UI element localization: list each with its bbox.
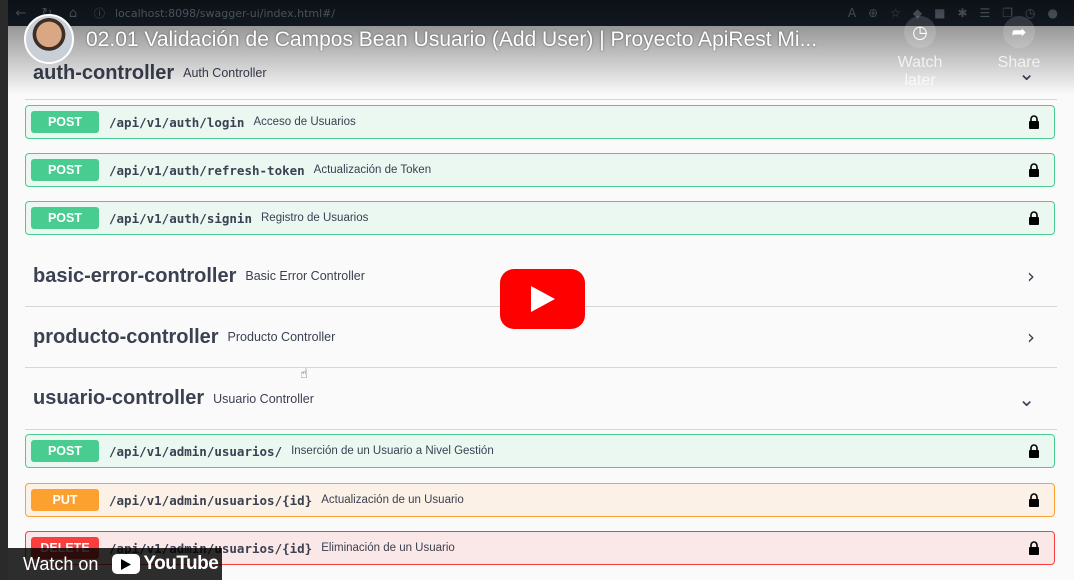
controller-name: producto-controller xyxy=(33,325,219,348)
operation-usuarios-put[interactable]: PUT /api/v1/admin/usuarios/{id} Actualiz… xyxy=(25,483,1055,517)
zoom-icon[interactable]: ⊕ xyxy=(868,6,878,20)
operation-path: /api/v1/auth/signin xyxy=(109,210,252,226)
left-dark-strip xyxy=(0,0,8,580)
watch-on-label: Watch on xyxy=(23,553,99,574)
share-label: Share xyxy=(997,54,1041,71)
chevron-down-icon[interactable]: ⌄ xyxy=(1018,387,1035,411)
lock-icon[interactable] xyxy=(1028,541,1040,555)
operation-summary: Acceso de Usuarios xyxy=(253,116,356,128)
operation-auth-login[interactable]: POST /api/v1/auth/login Acceso de Usuari… xyxy=(25,105,1055,139)
controller-name: basic-error-controller xyxy=(33,264,237,287)
share-icon: ➦ xyxy=(1003,16,1035,48)
youtube-logo: YouTube xyxy=(112,553,219,575)
operation-summary: Actualización de un Usuario xyxy=(321,494,464,506)
video-frame[interactable]: ← ↻ ⌂ ⓘ localhost:8098/swagger-ui/index.… xyxy=(8,0,1074,580)
mouse-cursor-icon: ☝ xyxy=(300,367,308,382)
operation-path: /api/v1/admin/usuarios/{id} xyxy=(109,492,313,508)
lock-icon[interactable] xyxy=(1028,211,1040,225)
method-badge: POST xyxy=(31,159,99,181)
lock-icon[interactable] xyxy=(1028,115,1040,129)
watch-on-youtube-button[interactable]: Watch on YouTube xyxy=(8,548,222,580)
chevron-right-icon[interactable]: › xyxy=(1027,325,1035,349)
operation-usuarios-post[interactable]: POST /api/v1/admin/usuarios/ Inserción d… xyxy=(25,434,1055,468)
operation-summary: Registro de Usuarios xyxy=(261,212,369,224)
controller-name: usuario-controller xyxy=(33,387,205,409)
youtube-play-icon xyxy=(112,554,141,574)
operation-auth-signin[interactable]: POST /api/v1/auth/signin Registro de Usu… xyxy=(25,201,1055,235)
lock-icon[interactable] xyxy=(1028,493,1040,507)
operation-summary: Eliminación de un Usuario xyxy=(321,542,455,554)
play-button[interactable] xyxy=(500,269,585,329)
clock-icon: ◷ xyxy=(904,16,936,48)
operation-summary: Inserción de un Usuario a Nivel Gestión xyxy=(291,445,494,457)
method-badge: POST xyxy=(31,111,99,133)
operation-summary: Actualización de Token xyxy=(313,164,432,176)
operation-path: /api/v1/auth/login xyxy=(109,114,245,130)
channel-avatar[interactable] xyxy=(24,14,74,64)
read-aloud-icon[interactable]: A xyxy=(848,6,856,20)
chevron-right-icon[interactable]: › xyxy=(1027,264,1035,288)
lock-icon[interactable] xyxy=(1028,444,1040,458)
operation-auth-refresh-token[interactable]: POST /api/v1/auth/refresh-token Actualiz… xyxy=(25,153,1055,187)
youtube-wordmark: YouTube xyxy=(143,553,219,574)
watch-later-button[interactable]: ◷ Watch later xyxy=(880,16,960,90)
operation-path: /api/v1/admin/usuarios/ xyxy=(109,443,283,459)
address-bar[interactable]: ⓘ localhost:8098/swagger-ui/index.html#/ xyxy=(94,3,734,23)
controller-name: auth-controller xyxy=(33,61,175,84)
method-badge: POST xyxy=(31,440,99,462)
watch-later-label: Watch later xyxy=(897,54,943,89)
info-icon: ⓘ xyxy=(94,7,105,20)
play-icon xyxy=(530,286,555,312)
lock-icon[interactable] xyxy=(1028,163,1040,177)
controller-usuario[interactable]: usuario-controller Usuario Controller ⌄ xyxy=(25,368,1057,430)
controller-description: Basic Error Controller xyxy=(245,269,365,283)
controller-description: Usuario Controller xyxy=(213,391,314,406)
url-text: localhost:8098/swagger-ui/index.html#/ xyxy=(115,6,336,20)
share-button[interactable]: ➦ Share xyxy=(979,16,1059,72)
controller-description: Auth Controller xyxy=(183,66,267,80)
operation-path: /api/v1/auth/refresh-token xyxy=(109,162,305,178)
method-badge: POST xyxy=(31,207,99,229)
controller-description: Producto Controller xyxy=(227,330,336,344)
video-title[interactable]: 02.01 Validación de Campos Bean Usuario … xyxy=(86,28,817,52)
method-badge: PUT xyxy=(31,489,99,511)
